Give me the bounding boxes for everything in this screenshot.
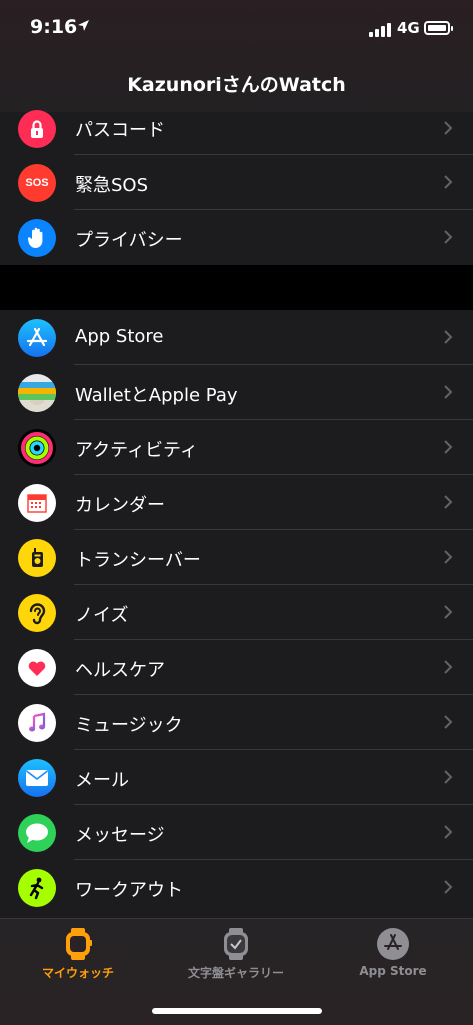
list-item-emergency-sos[interactable]: SOS 緊急SOS [0,155,473,210]
list-item-label: プライバシー [75,230,183,251]
chevron-right-icon [444,495,453,509]
sos-icon-text: SOS [25,177,49,189]
hand-icon [18,219,56,257]
wallet-icon [18,374,56,412]
chevron-right-icon [444,330,453,344]
tab-label: 文字盤ギャラリー [187,966,284,980]
list-item-privacy[interactable]: プライバシー [0,210,473,265]
list-item-label: WalletとApple Pay [75,385,238,406]
list-item-label: ヘルスケア [75,660,165,681]
list-item-label: ノイズ [75,605,129,626]
running-figure-icon [18,869,56,907]
list-item-label: 緊急SOS [75,175,149,196]
chevron-right-icon [444,880,453,894]
envelope-icon [18,759,56,797]
watch-icon [61,927,95,961]
page-title: KazunoriさんのWatch [127,74,346,96]
list-item-messages[interactable]: メッセージ [0,805,473,860]
chevron-right-icon [444,715,453,729]
list-item-workout[interactable]: ワークアウト [0,860,473,915]
app-store-icon [18,319,56,357]
tab-app-store[interactable]: App Store [318,927,468,978]
chevron-right-icon [444,385,453,399]
chevron-right-icon [444,440,453,454]
list-item-calendar[interactable]: カレンダー [0,475,473,530]
speech-bubble-icon [18,814,56,852]
calendar-icon [18,484,56,522]
watch-face-gallery-icon [219,927,253,961]
list-item-health[interactable]: ヘルスケア [0,640,473,695]
ear-icon [18,594,56,632]
tab-label: App Store [359,964,427,978]
list-item-label: カレンダー [75,495,165,516]
navigation-header: 9:16 4G KazunoriさんのWatch [0,0,473,113]
list-item-label: ミュージック [75,715,183,736]
chevron-right-icon [444,230,453,244]
list-item-passcode[interactable]: パスコード [0,110,473,155]
tab-face-gallery[interactable]: 文字盤ギャラリー [161,927,311,981]
list-item-label: メッセージ [75,825,165,846]
chevron-right-icon [444,121,453,135]
list-item-app-store[interactable]: App Store [0,310,473,365]
status-bar: 9:16 4G [0,0,473,56]
location-arrow-icon [77,19,90,36]
chevron-right-icon [444,605,453,619]
chevron-right-icon [444,770,453,784]
list-item-label: トランシーバー [75,550,201,571]
chevron-right-icon [444,825,453,839]
list-item-noise[interactable]: ノイズ [0,585,473,640]
home-indicator[interactable] [152,1008,322,1014]
list-item-label: ワークアウト [75,880,183,901]
chevron-right-icon [444,660,453,674]
lock-icon [18,110,56,148]
music-note-icon [18,704,56,742]
list-item-label: App Store [75,326,164,347]
settings-list: パスコード SOS 緊急SOS プライバシー App Store Walletと… [0,110,473,915]
cellular-signal-icon [369,21,393,37]
battery-icon [424,21,453,35]
list-item-music[interactable]: ミュージック [0,695,473,750]
list-item-wallet[interactable]: WalletとApple Pay [0,365,473,420]
status-time: 9:16 [30,16,78,38]
chevron-right-icon [444,550,453,564]
list-item-activity[interactable]: アクティビティ [0,420,473,475]
heart-icon [18,649,56,687]
activity-rings-icon [18,429,56,467]
app-store-tab-icon [376,927,410,961]
list-item-walkie-talkie[interactable]: トランシーバー [0,530,473,585]
chevron-right-icon [444,175,453,189]
list-item-mail[interactable]: メール [0,750,473,805]
walkie-talkie-icon [18,539,56,577]
list-item-label: メール [75,770,129,791]
list-item-label: アクティビティ [75,440,198,461]
tab-my-watch[interactable]: マイウォッチ [3,927,153,981]
network-type: 4G [397,19,420,37]
list-item-label: パスコード [75,120,165,141]
tab-label: マイウォッチ [41,966,114,980]
sos-icon: SOS [18,164,56,202]
section-divider [0,265,473,310]
